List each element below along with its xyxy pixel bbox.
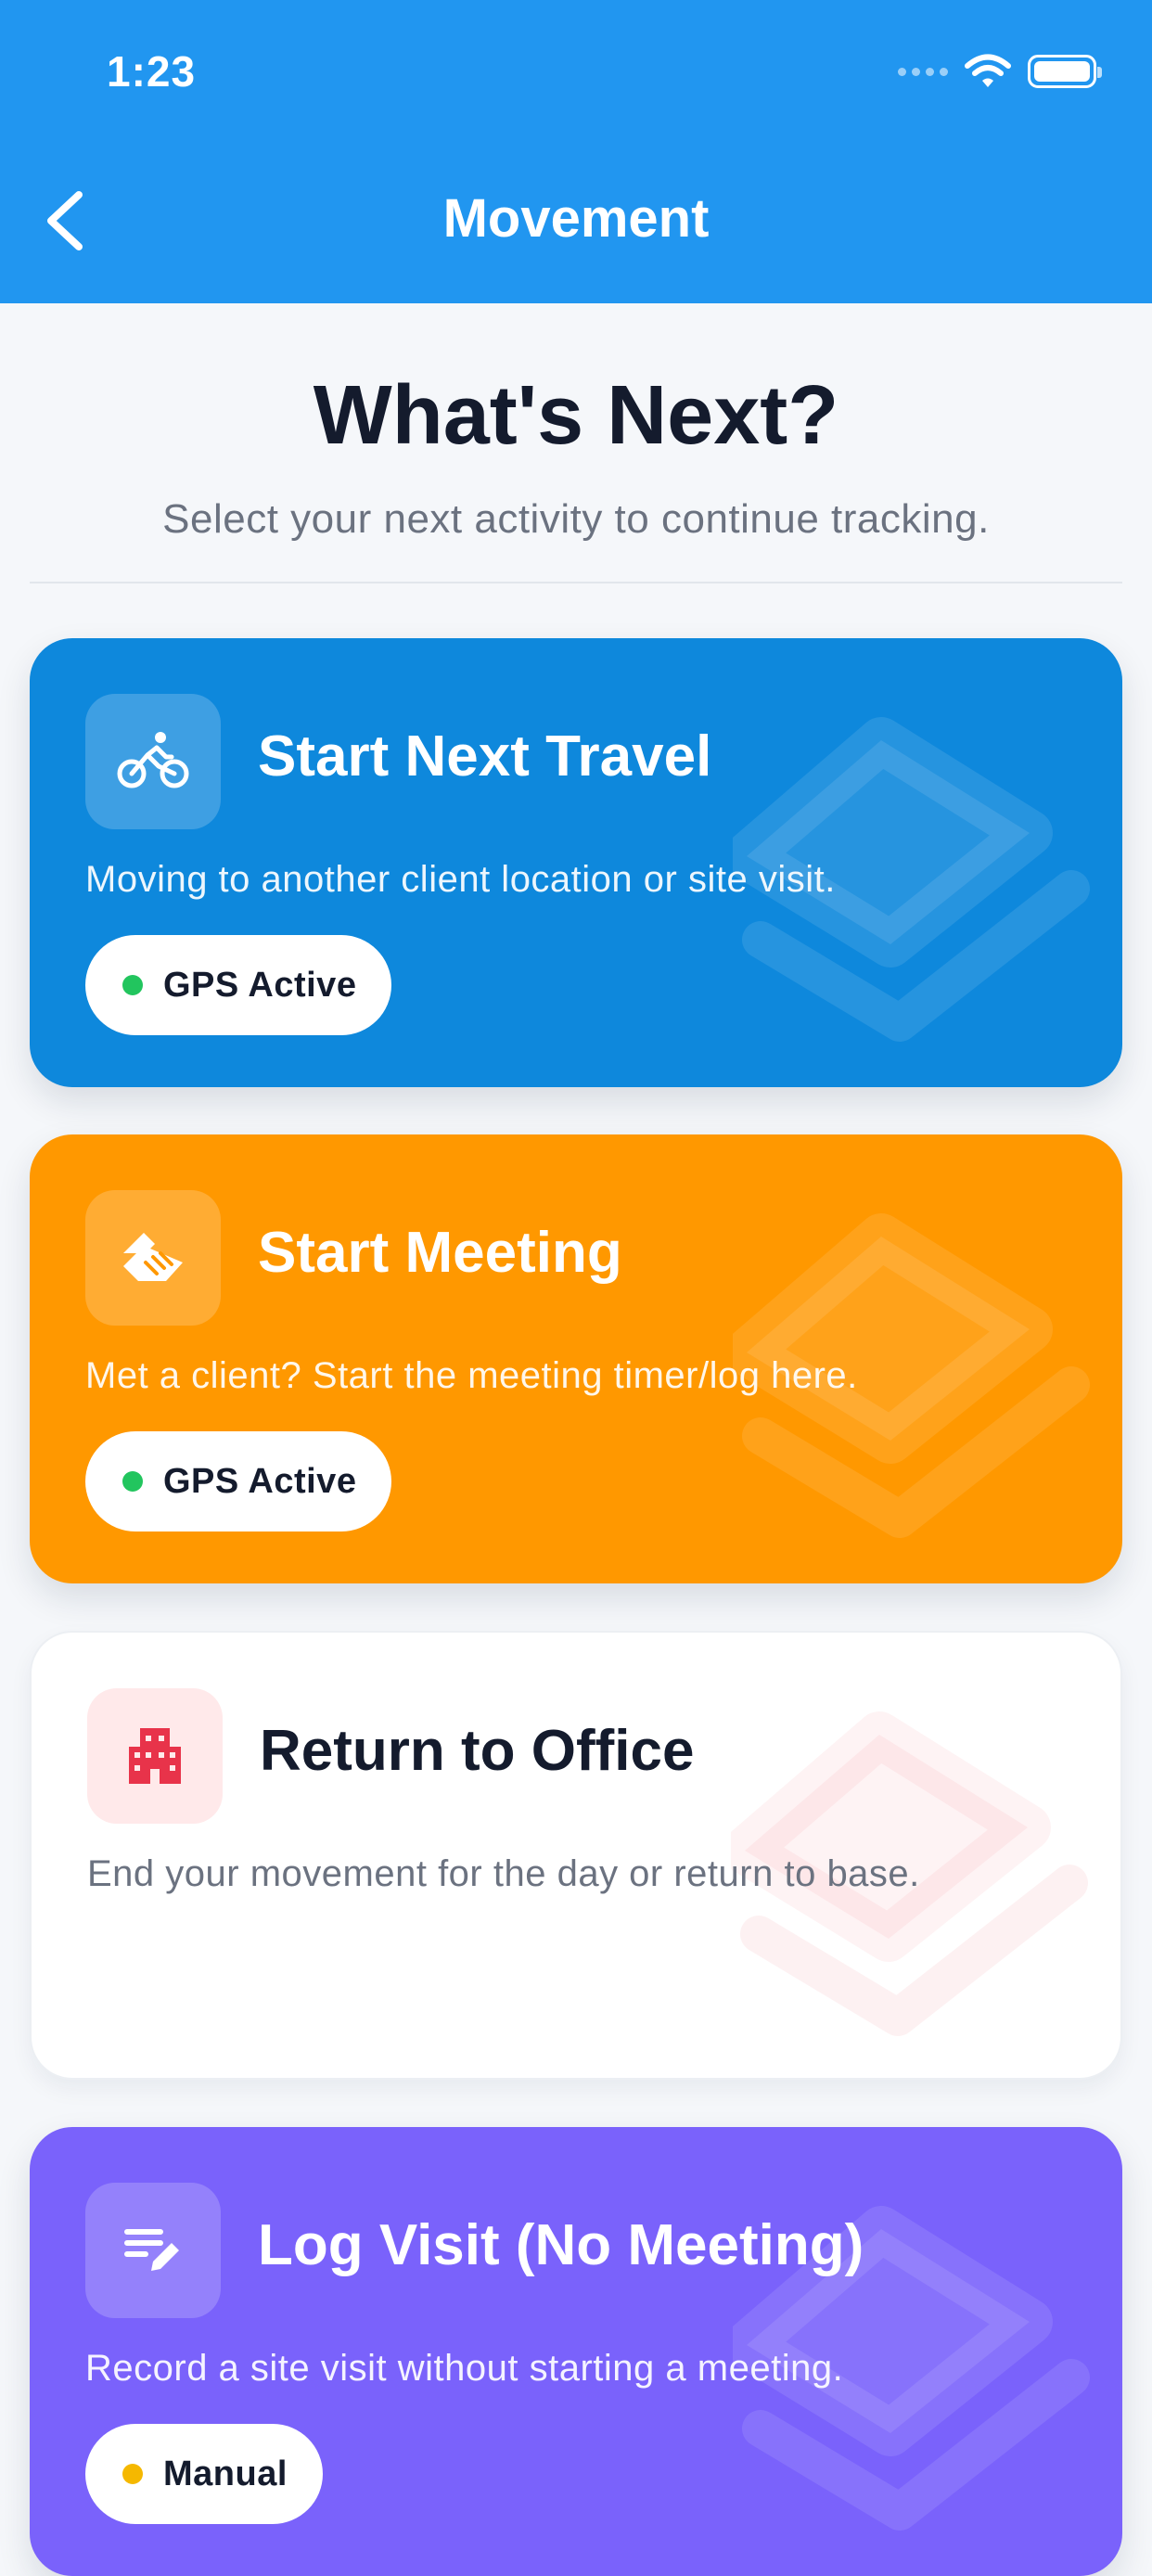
card-description: Met a client? Start the meeting timer/lo… [85,1355,858,1396]
gps-status-badge: GPS Active [85,935,392,1035]
edit-note-icon [85,2183,221,2318]
return-to-office-card[interactable]: Return to Office End your movement for t… [30,1631,1122,2080]
card-title: Start Next Travel [258,724,712,788]
battery-icon [1028,55,1102,88]
log-visit-card[interactable]: Log Visit (No Meeting) Record a site vis… [30,2127,1122,2576]
card-title: Return to Office [260,1719,695,1783]
card-description: Moving to another client location or sit… [85,859,836,900]
badge-label: GPS Active [163,965,357,1005]
bicycle-icon [85,694,221,829]
badge-label: GPS Active [163,1461,357,1501]
badge-label: Manual [163,2454,288,2493]
status-time: 1:23 [107,47,197,96]
start-next-travel-card[interactable]: Start Next Travel Moving to another clie… [30,638,1122,1087]
gps-status-badge: GPS Active [85,1431,392,1532]
divider [30,582,1122,583]
card-description: End your movement for the day or return … [87,1853,920,1894]
wifi-icon [965,54,1011,87]
status-dot [122,2464,143,2484]
status-dot [122,975,143,995]
card-title: Log Visit (No Meeting) [258,2213,864,2277]
card-title: Start Meeting [258,1221,622,1285]
page-title: Movement [442,188,710,249]
app-bar: 1:23 Movement [0,0,1152,303]
status-icons [898,54,1102,89]
section-subheading: Select your next activity to continue tr… [162,496,990,542]
cellular-signal-icon [898,67,948,76]
start-meeting-card[interactable]: Start Meeting Met a client? Start the me… [30,1134,1122,1583]
section-heading: What's Next? [313,369,839,462]
card-description: Record a site visit without starting a m… [85,2348,844,2389]
manual-status-badge: Manual [85,2424,323,2524]
status-dot [122,1471,143,1492]
handshake-icon [85,1190,221,1326]
building-icon [87,1688,223,1824]
